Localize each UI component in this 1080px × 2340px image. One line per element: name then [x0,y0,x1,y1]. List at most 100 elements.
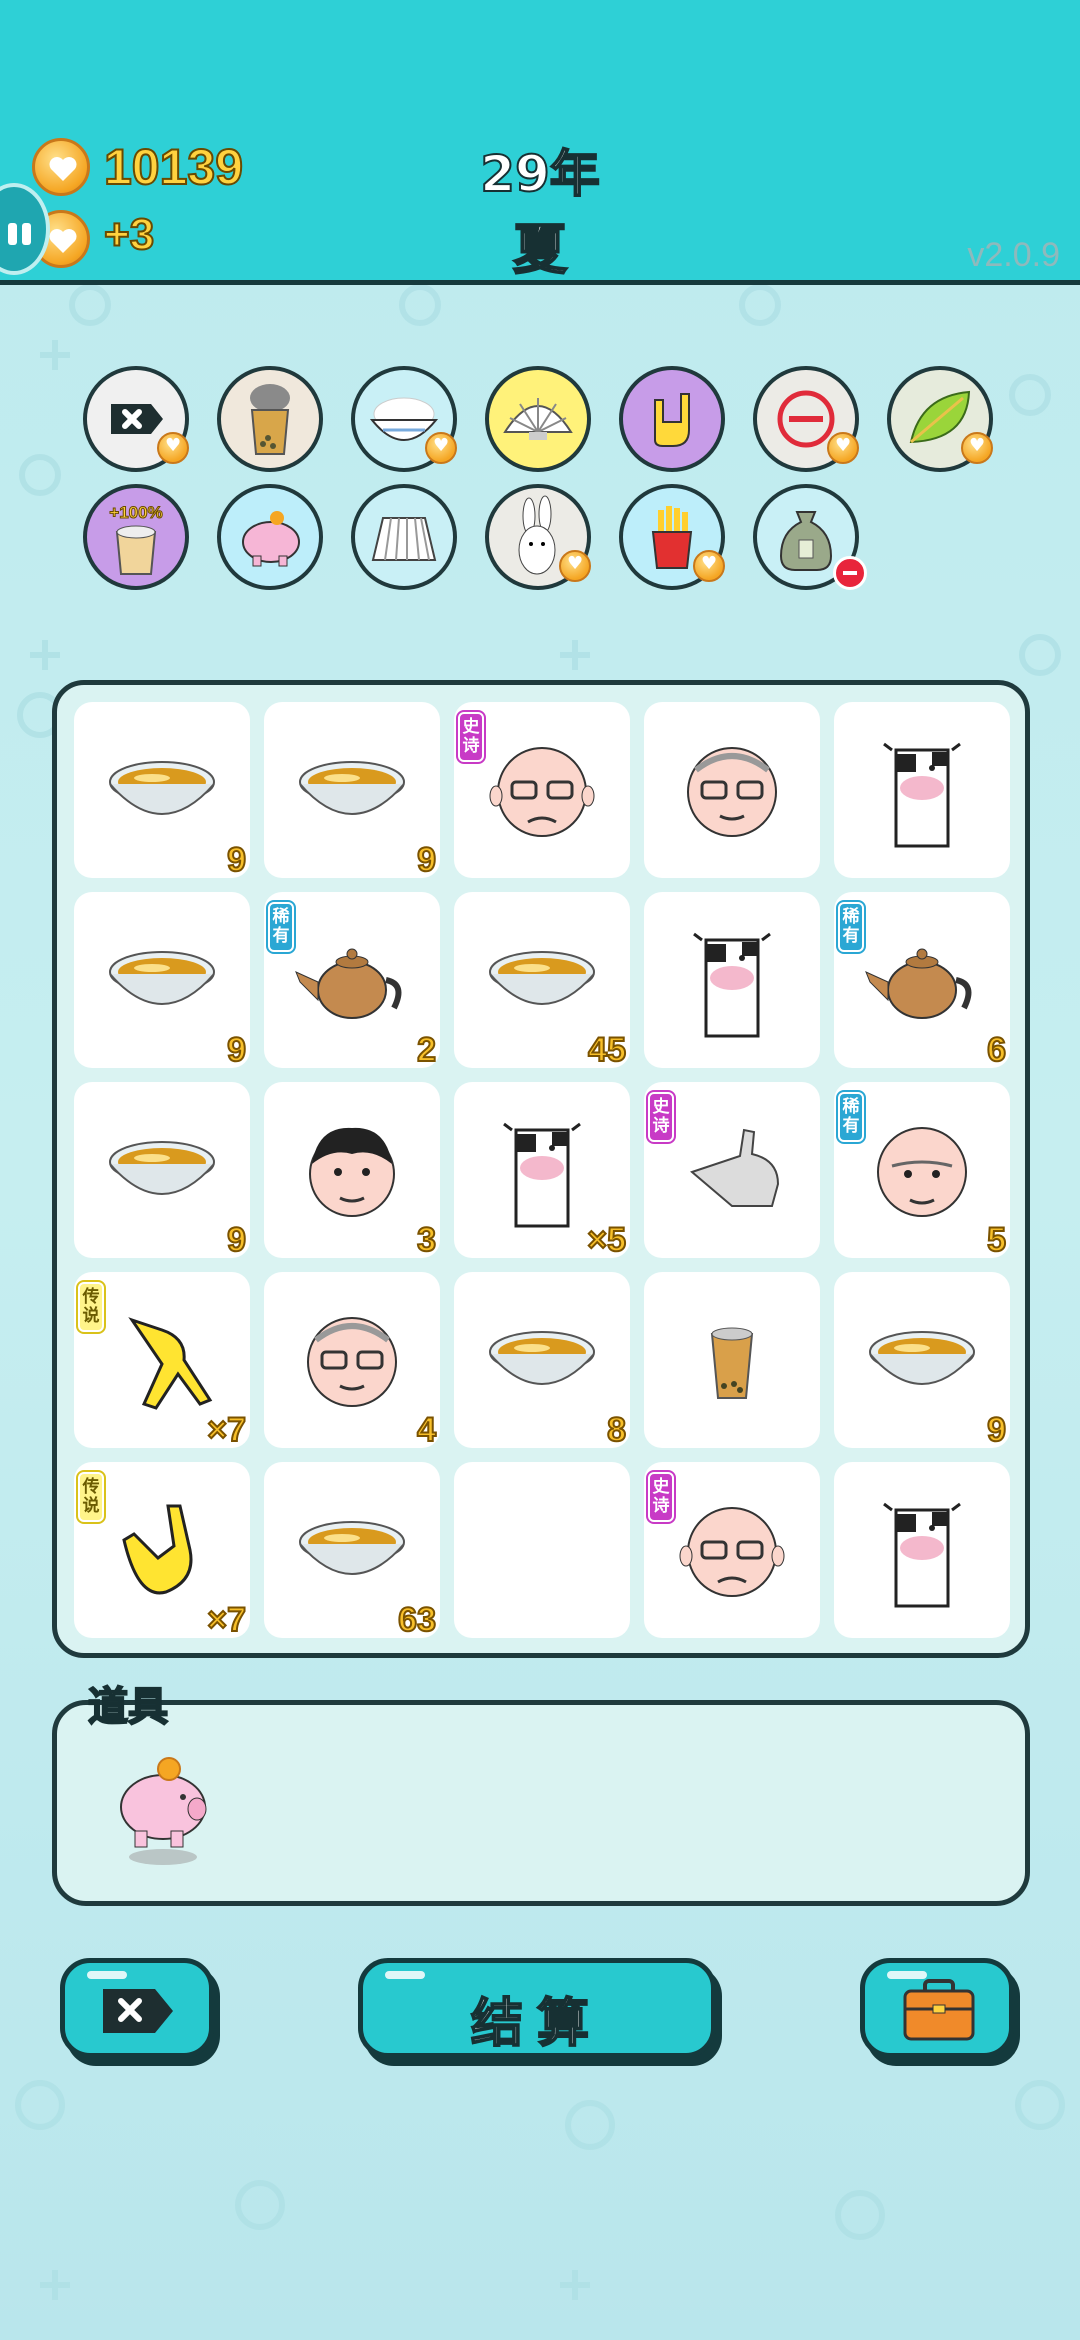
cow-icon [503,1122,581,1228]
pointing-hand-icon [690,1128,780,1207]
board-cell[interactable]: ×5 [454,1082,630,1260]
cell-count: 9 [416,840,437,880]
bowl-icon [869,1331,975,1385]
version-label: v2.0.9 [967,236,1060,274]
bowl-icon [109,1141,215,1195]
board-cell[interactable]: 传说 ×7 [74,1462,250,1640]
cow-icon [883,742,961,848]
removal-token-icon [103,1989,173,2033]
heart-coin-badge [559,550,591,582]
cell-count: 6 [986,1030,1007,1070]
board-cell[interactable]: 传说 ×7 [74,1272,250,1450]
rarity-tag: 传说 [78,1282,104,1332]
rock-hand-icon [654,393,690,447]
rarity-tag: 稀有 [838,902,864,952]
symbol-leaf[interactable] [887,366,993,472]
bowl-icon [109,951,215,1005]
symbol-rock-hand[interactable] [619,366,725,472]
top-bar: 10139 +3 29年 夏 v2.0.9 [0,0,1080,285]
board-cell[interactable]: 63 [264,1462,440,1640]
board-cell[interactable]: 8 [454,1272,630,1450]
rarity-tag: 史诗 [458,712,484,762]
board-cell[interactable] [454,1462,630,1638]
income-per-turn: +3 [103,209,155,260]
grandpa-icon [687,747,777,837]
old-man-icon [679,1507,785,1597]
board-cell[interactable]: 9 [74,702,250,880]
items-panel [52,1700,1030,1906]
briefcase-icon [903,1979,975,2041]
cell-count: 2 [416,1030,437,1070]
board-cell[interactable]: 史诗 [644,1462,820,1638]
board-cell[interactable]: 9 [264,702,440,880]
milk-tea-icon [710,1327,754,1399]
symbol-bunny[interactable] [485,484,591,590]
cell-count: 9 [226,1030,247,1070]
symbol-money-bag[interactable] [753,484,867,590]
cell-count: 9 [226,1220,247,1260]
board-cell[interactable] [644,702,820,878]
board-cell[interactable]: 9 [834,1272,1010,1450]
board-cell[interactable] [644,1272,820,1448]
old-man-icon [489,747,595,837]
grandpa-icon [307,1317,397,1407]
cell-count: 9 [226,840,247,880]
teapot-icon [295,948,402,1019]
piggy-bank-item-icon[interactable] [105,1749,225,1889]
board-cell[interactable]: 稀有 6 [834,892,1010,1070]
cell-count: 8 [606,1410,627,1450]
board-cell[interactable]: 稀有 5 [834,1082,1010,1260]
symbol-piggy-bank[interactable] [217,484,323,590]
symbol-no-entry[interactable] [753,366,859,472]
board-cell[interactable]: 史诗 [454,702,630,878]
board-cell[interactable]: 3 [264,1082,440,1260]
symbol-milk-tea-cup[interactable] [217,366,323,472]
cow-icon [883,1502,961,1608]
items-title: 道具 [87,1683,169,1731]
cell-count: ×7 [206,1600,247,1640]
money-coin-icon [32,138,90,196]
heart-coin-badge [425,432,457,464]
board-cell[interactable]: 9 [74,892,250,1070]
milk-tea-cup-icon [250,384,290,455]
cell-count: 5 [986,1220,1007,1260]
milk-tea-bonus-icon: +100% [109,503,163,575]
symbol-shell[interactable] [485,366,591,472]
rarity-tag: 稀有 [268,902,294,952]
symbol-pleated-skirt[interactable] [351,484,457,590]
board-cell[interactable] [834,1462,1010,1638]
year-label: 29年 [479,144,601,204]
bowl-icon [299,1521,405,1575]
settle-button[interactable]: 结算 [358,1958,716,2058]
symbol-rice-bowl[interactable] [351,366,457,472]
remove-button[interactable] [60,1958,214,2058]
bald-man-icon [877,1127,967,1217]
slot-board: 9 9 史诗 9 稀有 2 45 稀有 6 9 3 ×5 史诗 稀有 5 传说 ×7 4 8 9 传说 ×7 63 史诗 [52,680,1030,1658]
symbol-fries[interactable] [619,484,725,590]
board-cell[interactable] [834,702,1010,878]
board-cell[interactable]: 史诗 [644,1082,820,1258]
symbol-milk-tea-bonus[interactable]: +100% [83,484,189,590]
cell-count: 4 [416,1410,437,1450]
heart-coin-badge [157,432,189,464]
symbol-removal-token[interactable] [83,366,189,472]
bonus-text: +100% [109,503,162,522]
rarity-tag: 稀有 [838,1092,864,1142]
board-cell[interactable]: 9 [74,1082,250,1260]
board-cell[interactable]: 4 [264,1272,440,1450]
cell-count: 9 [986,1410,1007,1450]
heart-coin-badge [693,550,725,582]
board-cell[interactable] [644,892,820,1068]
rarity-tag: 史诗 [648,1092,674,1142]
bowl-icon [489,1331,595,1385]
board-cell[interactable]: 稀有 2 [264,892,440,1070]
bag-button[interactable] [860,1958,1014,2058]
board-cell[interactable]: 45 [454,892,630,1070]
rarity-tag: 史诗 [648,1472,674,1522]
heart-coin-badge [961,432,993,464]
cell-count: 3 [416,1220,437,1260]
heart-coin-badge [827,432,859,464]
minus-badge-icon [833,556,867,590]
shell-icon [503,398,573,440]
yellow-point-hand-icon [128,1317,213,1410]
